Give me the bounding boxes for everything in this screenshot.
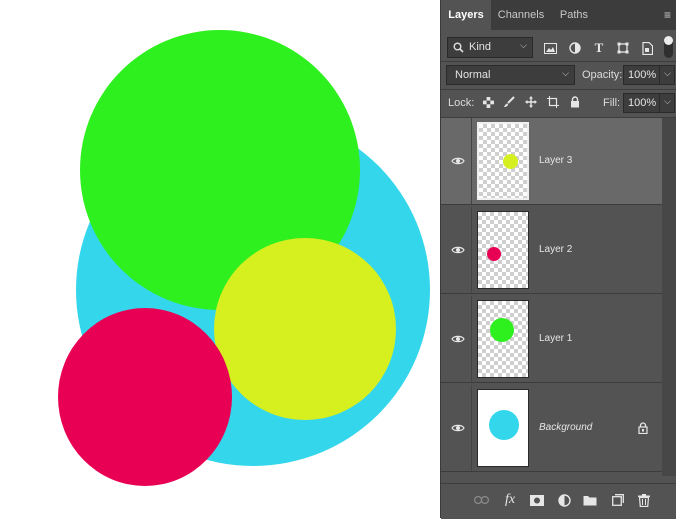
thumbnail-dot bbox=[489, 410, 519, 440]
blend-mode-select[interactable]: Normal ⌵ bbox=[446, 65, 575, 85]
chevron-down-icon: ⌵ bbox=[562, 68, 569, 78]
filter-kind-select[interactable]: Kind ⌵ bbox=[447, 37, 533, 58]
link-icon[interactable] bbox=[473, 492, 489, 508]
layers-list: Layer 3 Layer 2 Layer 1 Background bbox=[441, 118, 662, 476]
layer-row-layer-3[interactable]: Layer 3 bbox=[441, 118, 662, 205]
blend-mode-value: Normal bbox=[455, 69, 491, 81]
adjustment-filter-icon[interactable] bbox=[567, 40, 583, 56]
search-icon bbox=[453, 42, 464, 53]
tab-paths[interactable]: Paths bbox=[551, 0, 597, 30]
layer-name[interactable]: Layer 2 bbox=[539, 244, 572, 255]
layer-thumbnail[interactable] bbox=[477, 300, 529, 378]
lock-label: Lock: bbox=[448, 97, 475, 109]
layers-panel: Layers Channels Paths ≡ Kind ⌵ T Normal … bbox=[440, 0, 676, 519]
tab-layers[interactable]: Layers bbox=[441, 0, 491, 30]
chevron-down-icon: ⌵ bbox=[520, 40, 527, 50]
adjustment-icon[interactable] bbox=[556, 492, 572, 508]
yellow-circle bbox=[214, 238, 396, 420]
lock-position-icon[interactable] bbox=[524, 95, 538, 109]
shape-filter-icon[interactable] bbox=[615, 40, 631, 56]
new-layer-icon[interactable] bbox=[610, 492, 626, 508]
lock-image-pixels-icon[interactable] bbox=[502, 95, 516, 109]
mask-icon[interactable] bbox=[529, 492, 545, 508]
fx-icon[interactable]: fx bbox=[502, 492, 518, 508]
chevron-down-icon[interactable]: ⌵ bbox=[664, 96, 671, 107]
layers-panel-footer: fx bbox=[441, 483, 676, 519]
eye-icon[interactable] bbox=[451, 423, 465, 433]
fill-value: 100% bbox=[628, 97, 657, 109]
opacity-value: 100% bbox=[628, 69, 657, 81]
layer-row-layer-1[interactable]: Layer 1 bbox=[441, 296, 662, 383]
smart-object-filter-icon[interactable] bbox=[639, 40, 655, 56]
fill-label: Fill: bbox=[603, 97, 621, 109]
opacity-dropdown-divider bbox=[659, 66, 660, 84]
lock-all-icon[interactable] bbox=[568, 95, 582, 109]
opacity-label: Opacity: bbox=[582, 69, 623, 81]
thumbnail-dot bbox=[487, 247, 501, 261]
filter-toggle-switch[interactable] bbox=[664, 36, 673, 58]
panel-tab-bar: Layers Channels Paths ≡ bbox=[441, 0, 676, 30]
red-circle bbox=[58, 308, 232, 486]
lock-transparent-pixels-icon[interactable] bbox=[481, 95, 495, 109]
layer-row-layer-2[interactable]: Layer 2 bbox=[441, 207, 662, 294]
thumbnail-dot bbox=[490, 318, 514, 342]
layer-thumbnail[interactable] bbox=[477, 122, 529, 200]
chevron-down-icon[interactable]: ⌵ bbox=[664, 68, 671, 79]
layer-name[interactable]: Layer 1 bbox=[539, 333, 572, 344]
filter-kind-value: Kind bbox=[469, 41, 492, 53]
filter-toggle-knob bbox=[664, 36, 673, 45]
tab-channels[interactable]: Channels bbox=[491, 0, 551, 30]
eye-icon[interactable] bbox=[451, 334, 465, 344]
folder-icon[interactable] bbox=[582, 492, 598, 508]
layer-thumbnail[interactable] bbox=[477, 211, 529, 289]
panel-menu-icon[interactable]: ≡ bbox=[664, 8, 671, 22]
layer-name[interactable]: Layer 3 bbox=[539, 155, 572, 166]
fill-input[interactable]: 100% ⌵ bbox=[623, 93, 675, 113]
layer-thumbnail[interactable] bbox=[477, 389, 529, 467]
artboard-nesting-icon[interactable] bbox=[546, 95, 560, 109]
trash-icon[interactable] bbox=[636, 492, 652, 508]
document-canvas[interactable] bbox=[0, 0, 440, 518]
opacity-input[interactable]: 100% ⌵ bbox=[623, 65, 675, 85]
eye-icon[interactable] bbox=[451, 245, 465, 255]
layer-row-background[interactable]: Background bbox=[441, 385, 662, 472]
layer-name[interactable]: Background bbox=[539, 422, 592, 433]
lock-icon[interactable] bbox=[638, 422, 648, 434]
eye-icon[interactable] bbox=[451, 156, 465, 166]
layers-scrollbar[interactable] bbox=[662, 118, 676, 476]
thumbnail-dot bbox=[503, 154, 518, 169]
type-filter-icon[interactable]: T bbox=[591, 40, 607, 56]
image-filter-icon[interactable] bbox=[542, 40, 558, 56]
fill-dropdown-divider bbox=[659, 94, 660, 112]
